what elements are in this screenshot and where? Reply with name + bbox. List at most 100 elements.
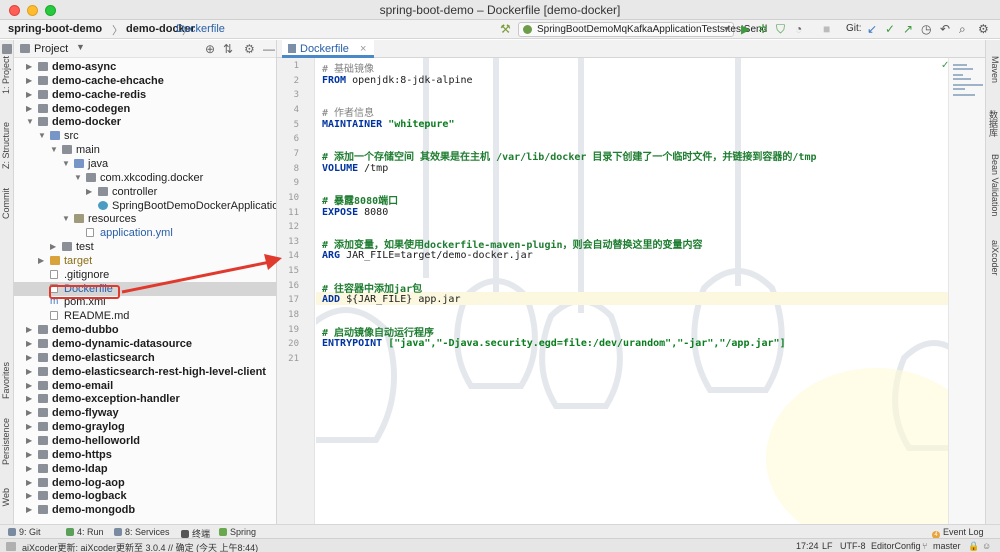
- collapse-arrow-icon[interactable]: ▶: [26, 434, 34, 448]
- chevron-down-icon[interactable]: ▼: [76, 42, 85, 52]
- tree-item[interactable]: ▶ demo-elasticsearch: [14, 351, 276, 365]
- collapse-arrow-icon[interactable]: ▶: [26, 448, 34, 462]
- collapse-arrow-icon[interactable]: ▶: [26, 476, 34, 490]
- collapse-arrow-icon[interactable]: ▶: [26, 323, 34, 337]
- minimap[interactable]: ✓: [941, 58, 985, 524]
- tree-item[interactable]: ▶ demo-dubbo: [14, 323, 276, 337]
- tree-item[interactable]: ▶ demo-exception-handler: [14, 392, 276, 406]
- code-editor[interactable]: # 基础镜像 FROM openjdk:8-jdk-alpine # 作者信息 MAI…: [316, 58, 948, 524]
- history-icon[interactable]: ◷: [921, 22, 931, 36]
- tool-window-favorites[interactable]: Favorites: [1, 362, 13, 399]
- search-icon[interactable]: ⌕: [959, 22, 966, 36]
- tree-item[interactable]: ▶ demo-codegen: [14, 102, 276, 116]
- tool-window-spring[interactable]: Spring: [219, 527, 256, 537]
- notifications-icon[interactable]: ☺: [982, 541, 991, 551]
- tool-window-services[interactable]: 8: Services: [114, 527, 170, 537]
- tree-item[interactable]: ▶ demo-cache-redis: [14, 88, 276, 102]
- tree-item[interactable]: ▶ demo-flyway: [14, 406, 276, 420]
- tool-window-git[interactable]: 9: Git: [8, 527, 41, 537]
- rollback-icon[interactable]: ↶: [940, 22, 950, 36]
- tree-item[interactable]: ▶ demo-graylog: [14, 420, 276, 434]
- tree-item[interactable]: ▼ src: [14, 129, 276, 143]
- hide-icon[interactable]: —: [263, 42, 275, 56]
- tool-window-database[interactable]: 数据库: [988, 110, 1000, 137]
- tree-item[interactable]: ▶ demo-https: [14, 448, 276, 462]
- collapse-arrow-icon[interactable]: ▶: [26, 462, 34, 476]
- expand-arrow-icon[interactable]: ▼: [26, 115, 34, 129]
- expand-arrow-icon[interactable]: ▼: [62, 212, 70, 226]
- coverage-icon[interactable]: ⛉: [776, 22, 785, 36]
- run-configuration-select[interactable]: SpringBootDemoMqKafkaApplicationTests.te…: [518, 22, 767, 37]
- tree-item[interactable]: ▶ demo-ldap: [14, 462, 276, 476]
- tool-window-bean-validation[interactable]: Bean Validation: [988, 154, 1000, 216]
- run-icon[interactable]: ▶: [741, 22, 750, 36]
- tree-item[interactable]: ▼ com.xkcoding.docker: [14, 171, 276, 185]
- tool-window-run[interactable]: 4: Run: [66, 527, 104, 537]
- tree-item[interactable]: ▶ demo-log-aop: [14, 476, 276, 490]
- tree-item[interactable]: application.yml: [14, 226, 276, 240]
- collapse-arrow-icon[interactable]: ▶: [26, 60, 34, 74]
- tree-item[interactable]: ▶ demo-mongodb: [14, 503, 276, 517]
- expand-arrow-icon[interactable]: ▼: [38, 129, 46, 143]
- tree-item[interactable]: ▶ demo-dynamic-datasource: [14, 337, 276, 351]
- tree-item[interactable]: .gitignore: [14, 268, 276, 282]
- expand-arrow-icon[interactable]: ▼: [50, 143, 58, 157]
- line-separator[interactable]: LF: [822, 541, 833, 551]
- tool-window-structure[interactable]: Z: Structure: [1, 122, 13, 169]
- collapse-arrow-icon[interactable]: ▶: [38, 254, 46, 268]
- debug-icon[interactable]: ✲: [758, 22, 768, 36]
- git-branch[interactable]: master: [933, 541, 961, 551]
- collapse-arrow-icon[interactable]: ▶: [26, 420, 34, 434]
- tree-item[interactable]: ▼ resources: [14, 212, 276, 226]
- expand-arrow-icon[interactable]: ▼: [74, 171, 82, 185]
- tree-item[interactable]: ▼ main: [14, 143, 276, 157]
- breadcrumb-file[interactable]: Dockerfile: [176, 23, 225, 35]
- caret-position[interactable]: 17:24: [796, 541, 819, 551]
- tab-dockerfile[interactable]: Dockerfile ×: [282, 40, 375, 58]
- status-icon[interactable]: [6, 542, 16, 551]
- collapse-arrow-icon[interactable]: ▶: [26, 365, 34, 379]
- collapse-arrow-icon[interactable]: ▶: [26, 74, 34, 88]
- stop-icon[interactable]: ■: [823, 22, 830, 36]
- collapse-arrow-icon[interactable]: ▶: [26, 88, 34, 102]
- push-icon[interactable]: ↗: [903, 22, 913, 36]
- collapse-arrow-icon[interactable]: ▶: [26, 351, 34, 365]
- collapse-arrow-icon[interactable]: ▶: [86, 185, 94, 199]
- project-tool-icon[interactable]: [2, 44, 12, 54]
- tree-item[interactable]: README.md: [14, 309, 276, 323]
- lock-icon[interactable]: 🔒: [968, 541, 979, 552]
- tool-window-maven[interactable]: Maven: [988, 56, 1000, 83]
- tree-item[interactable]: ▼ java: [14, 157, 276, 171]
- collapse-arrow-icon[interactable]: ▶: [50, 240, 58, 254]
- status-message[interactable]: aiXcoder更新: aiXcoder更新至 3.0.4 // 确定 (今天 …: [22, 541, 258, 552]
- locate-icon[interactable]: ⊕: [205, 42, 215, 56]
- tree-item[interactable]: SpringBootDemoDockerApplication: [14, 199, 276, 213]
- tree-item[interactable]: ▶ demo-logback: [14, 489, 276, 503]
- collapse-arrow-icon[interactable]: ▶: [26, 489, 34, 503]
- project-panel-title[interactable]: Project: [34, 43, 68, 55]
- hammer-icon[interactable]: ⚒: [500, 22, 511, 36]
- tree-item[interactable]: ▶ demo-helloworld: [14, 434, 276, 448]
- settings-icon[interactable]: ⚙: [978, 22, 989, 36]
- tree-item[interactable]: ▶ demo-cache-ehcache: [14, 74, 276, 88]
- gear-icon[interactable]: ⚙: [244, 42, 255, 56]
- tree-item[interactable]: ▶ demo-elasticsearch-rest-high-level-clie…: [14, 365, 276, 379]
- breadcrumb-root[interactable]: spring-boot-demo: [8, 23, 102, 35]
- tool-window-project[interactable]: 1: Project: [1, 56, 13, 94]
- tool-window-persistence[interactable]: Persistence: [1, 418, 13, 465]
- collapse-arrow-icon[interactable]: ▶: [26, 337, 34, 351]
- tree-item[interactable]: ▶ demo-async: [14, 60, 276, 74]
- file-encoding[interactable]: UTF-8: [840, 541, 866, 551]
- collapse-arrow-icon[interactable]: ▶: [26, 102, 34, 116]
- close-icon[interactable]: ×: [360, 43, 366, 55]
- collapse-arrow-icon[interactable]: ▶: [26, 379, 34, 393]
- commit-icon[interactable]: ✓: [885, 22, 895, 36]
- tool-window-web[interactable]: Web: [1, 488, 13, 506]
- tree-item[interactable]: ▼ demo-docker: [14, 115, 276, 129]
- collapse-arrow-icon[interactable]: ▶: [26, 406, 34, 420]
- tool-window-aixcoder[interactable]: aiXcoder: [988, 240, 1000, 276]
- tree-item[interactable]: ▶ test: [14, 240, 276, 254]
- collapse-all-icon[interactable]: ⇅: [223, 42, 233, 56]
- tree-item[interactable]: ▶ target: [14, 254, 276, 268]
- tree-item[interactable]: ▶ demo-email: [14, 379, 276, 393]
